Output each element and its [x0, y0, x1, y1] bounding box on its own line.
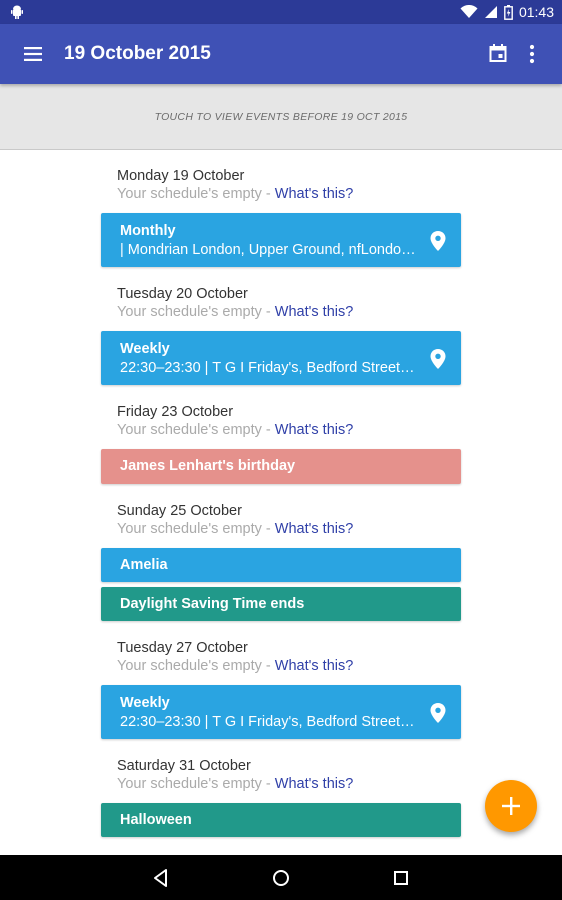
calendar-icon[interactable] [484, 41, 512, 67]
whats-this-link[interactable]: What's this? [275, 776, 354, 792]
android-icon [11, 5, 23, 19]
day-title: Tuesday 20 October [117, 286, 248, 302]
status-bar: 01:43 [0, 0, 562, 24]
recents-icon[interactable] [388, 865, 414, 891]
event-title: Weekly [120, 341, 170, 357]
menu-icon[interactable] [14, 40, 54, 68]
whats-this-link[interactable]: What's this? [275, 422, 354, 438]
event-detail: 22:30–23:30 | T G I Friday's, Bedford St… [120, 360, 416, 376]
empty-schedule-text: Your schedule's empty - What's this? [117, 422, 354, 438]
back-icon[interactable] [148, 865, 174, 891]
navigation-bar [0, 855, 562, 900]
event-title: James Lenhart's birthday [120, 458, 296, 474]
day-header: Tuesday 20 October Your schedule's empty… [117, 286, 353, 320]
day-title: Sunday 25 October [117, 503, 242, 519]
whats-this-link[interactable]: What's this? [275, 304, 354, 320]
day-title: Saturday 31 October [117, 758, 251, 774]
day-title: Monday 19 October [117, 168, 245, 184]
app-bar: 19 October 2015 [0, 24, 562, 84]
day-header: Friday 23 October Your schedule's empty … [117, 404, 353, 438]
day-title: Friday 23 October [117, 404, 234, 420]
empty-schedule-text: Your schedule's empty - What's this? [117, 521, 354, 537]
day-title: Tuesday 27 October [117, 640, 248, 656]
more-vert-icon[interactable] [520, 41, 544, 67]
event-title: Halloween [120, 812, 192, 828]
day-header: Tuesday 27 October Your schedule's empty… [117, 640, 353, 674]
empty-schedule-text: Your schedule's empty - What's this? [117, 186, 354, 202]
event-card[interactable]: Amelia [101, 548, 461, 582]
event-title: Amelia [120, 557, 168, 573]
location-pin-icon[interactable] [429, 702, 447, 724]
event-title: Weekly [120, 695, 170, 711]
event-card[interactable]: Weekly 22:30–23:30 | T G I Friday's, Bed… [101, 685, 461, 739]
add-event-button[interactable] [485, 780, 537, 832]
event-detail: 22:30–23:30 | T G I Friday's, Bedford St… [120, 714, 416, 730]
battery-icon [504, 4, 513, 20]
event-card[interactable]: Monthly | Mondrian London, Upper Ground,… [101, 213, 461, 267]
signal-icon [484, 6, 497, 18]
event-detail: | Mondrian London, Upper Ground, nfLondo… [120, 242, 416, 258]
empty-schedule-text: Your schedule's empty - What's this? [117, 658, 354, 674]
whats-this-link[interactable]: What's this? [275, 186, 354, 202]
wifi-icon [460, 5, 478, 18]
empty-schedule-text: Your schedule's empty - What's this? [117, 776, 354, 792]
event-title: Monthly [120, 223, 176, 239]
view-earlier-events-button[interactable]: TOUCH TO VIEW EVENTS BEFORE 19 OCT 2015 [0, 84, 562, 150]
view-earlier-events-label: TOUCH TO VIEW EVENTS BEFORE 19 OCT 2015 [154, 110, 408, 123]
whats-this-link[interactable]: What's this? [275, 658, 354, 674]
event-card[interactable]: Daylight Saving Time ends [101, 587, 461, 621]
empty-schedule-text: Your schedule's empty - What's this? [117, 304, 354, 320]
event-card[interactable]: Weekly 22:30–23:30 | T G I Friday's, Bed… [101, 331, 461, 385]
event-card[interactable]: Halloween [101, 803, 461, 837]
day-header: Monday 19 October Your schedule's empty … [117, 168, 353, 202]
whats-this-link[interactable]: What's this? [275, 521, 354, 537]
location-pin-icon[interactable] [429, 348, 447, 370]
day-header: Saturday 31 October Your schedule's empt… [117, 758, 353, 792]
page-title: 19 October 2015 [64, 43, 211, 64]
event-title: Daylight Saving Time ends [120, 596, 305, 612]
add-icon [502, 797, 520, 815]
home-icon[interactable] [268, 865, 294, 891]
day-header: Sunday 25 October Your schedule's empty … [117, 503, 353, 537]
location-pin-icon[interactable] [429, 230, 447, 252]
status-time: 01:43 [518, 4, 554, 20]
event-card[interactable]: James Lenhart's birthday [101, 449, 461, 484]
